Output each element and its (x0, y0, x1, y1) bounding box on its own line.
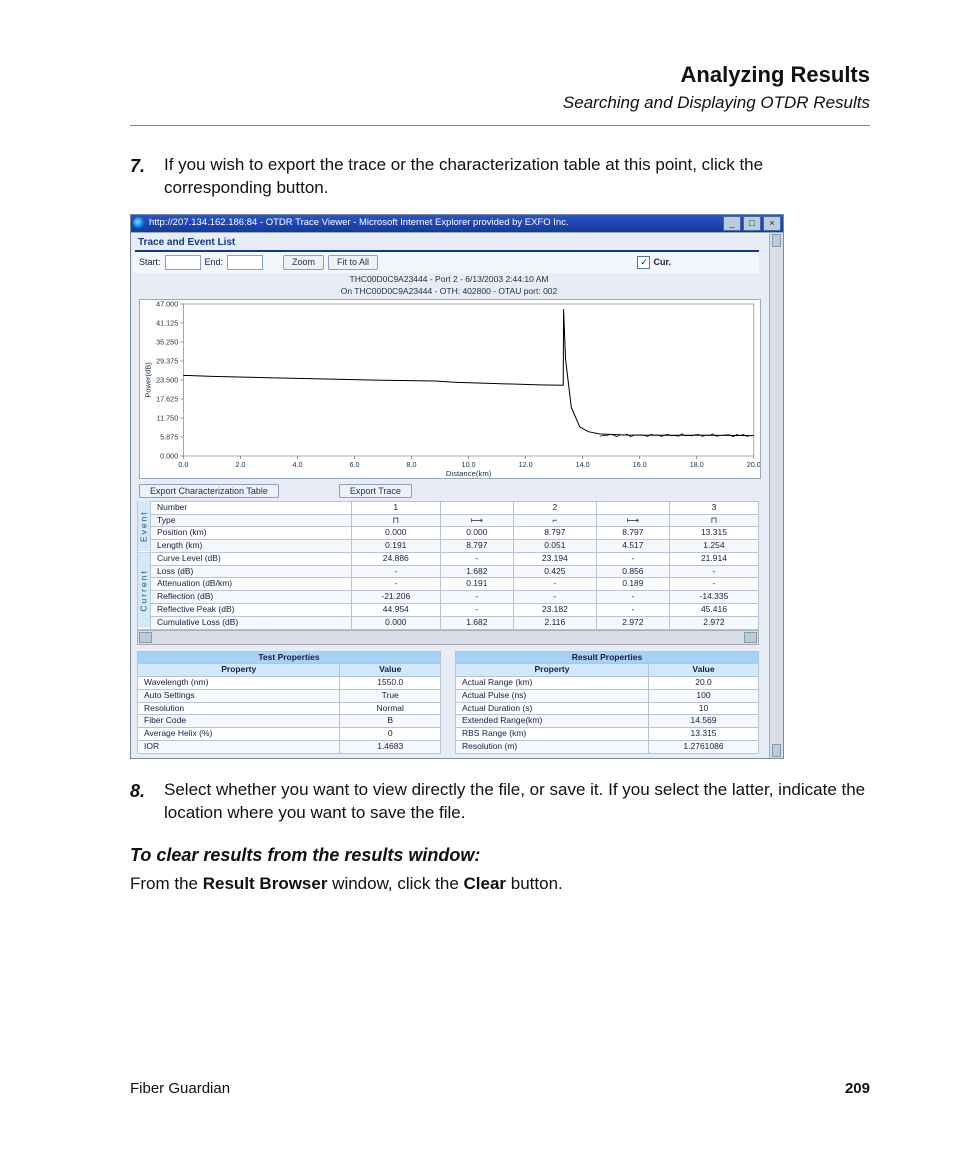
end-label: End: (205, 257, 224, 267)
step-8-number: 8. (130, 779, 164, 825)
svg-text:41.125: 41.125 (156, 319, 178, 327)
maximize-button[interactable]: □ (743, 216, 761, 231)
svg-text:23.500: 23.500 (156, 376, 178, 384)
step-7-text: If you wish to export the trace or the c… (164, 154, 870, 200)
clear-results-heading: To clear results from the results window… (130, 843, 870, 867)
svg-text:47.000: 47.000 (156, 300, 178, 308)
cur-checkbox[interactable]: ✓ Cur. (637, 256, 671, 269)
svg-text:12.0: 12.0 (519, 461, 533, 469)
otdr-trace-chart: 0.0 2.0 4.0 6.0 8.0 10.0 12.0 14.0 16.0 18.0 20.0 0… (139, 299, 761, 479)
header-rule (130, 125, 870, 126)
horizontal-scrollbar[interactable] (137, 630, 759, 645)
svg-text:4.0: 4.0 (292, 461, 302, 469)
svg-text:35.250: 35.250 (156, 338, 178, 346)
svg-text:5.875: 5.875 (160, 433, 178, 441)
fit-to-all-button[interactable]: Fit to All (328, 255, 378, 269)
start-label: Start: (139, 257, 161, 267)
svg-text:8.0: 8.0 (407, 461, 417, 469)
svg-text:0.0: 0.0 (178, 461, 188, 469)
footer-product: Fiber Guardian (130, 1079, 230, 1099)
svg-text:6.0: 6.0 (349, 461, 359, 469)
step-8-text: Select whether you want to view directly… (164, 779, 870, 825)
svg-text:20.0: 20.0 (747, 461, 761, 469)
cur-label: Cur. (653, 257, 671, 267)
chapter-subtitle: Searching and Displaying OTDR Results (130, 92, 870, 115)
svg-text:0.000: 0.000 (160, 452, 178, 460)
svg-text:10.0: 10.0 (462, 461, 476, 469)
window-titlebar: http://207.134.162.186:84 - OTDR Trace V… (131, 215, 783, 232)
characterization-table: EventNumber123Type⊓⟼⌐⟼⊓Position (km)0.00… (137, 501, 759, 630)
panel-heading: Trace and Event List (135, 235, 759, 253)
close-button[interactable]: × (763, 216, 781, 231)
end-input[interactable] (227, 255, 263, 270)
footer-page-number: 209 (845, 1079, 870, 1099)
svg-text:29.375: 29.375 (156, 357, 178, 365)
clear-results-text: From the Result Browser window, click th… (130, 873, 870, 896)
svg-text:18.0: 18.0 (690, 461, 704, 469)
chart-caption-1: THC00D0C9A23444 - Port 2 - 6/13/2003 2:4… (139, 275, 759, 285)
svg-text:14.0: 14.0 (576, 461, 590, 469)
svg-text:Distance(km): Distance(km) (446, 469, 492, 478)
chapter-title: Analyzing Results (130, 60, 870, 90)
svg-text:17.625: 17.625 (156, 395, 178, 403)
window-title: http://207.134.162.186:84 - OTDR Trace V… (149, 218, 569, 229)
ie-icon (133, 217, 145, 229)
otdr-screenshot: http://207.134.162.186:84 - OTDR Trace V… (130, 214, 784, 759)
svg-text:2.0: 2.0 (235, 461, 245, 469)
step-7-number: 7. (130, 154, 164, 200)
svg-text:Power(dB): Power(dB) (143, 361, 152, 397)
zoom-button[interactable]: Zoom (283, 255, 324, 269)
chart-caption-2: On THC00D0C9A23444 - OTH: 402800 - OTAU … (139, 287, 759, 297)
export-characterization-button[interactable]: Export Characterization Table (139, 484, 279, 498)
result-properties-table: Result PropertiesPropertyValueActual Ran… (455, 651, 759, 754)
minimize-button[interactable]: _ (723, 216, 741, 231)
checkbox-icon: ✓ (637, 256, 650, 269)
svg-text:16.0: 16.0 (633, 461, 647, 469)
svg-text:11.750: 11.750 (157, 414, 179, 422)
test-properties-table: Test PropertiesPropertyValueWavelength (… (137, 651, 441, 754)
vertical-scrollbar[interactable] (769, 233, 783, 758)
export-trace-button[interactable]: Export Trace (339, 484, 412, 498)
start-input[interactable] (165, 255, 201, 270)
